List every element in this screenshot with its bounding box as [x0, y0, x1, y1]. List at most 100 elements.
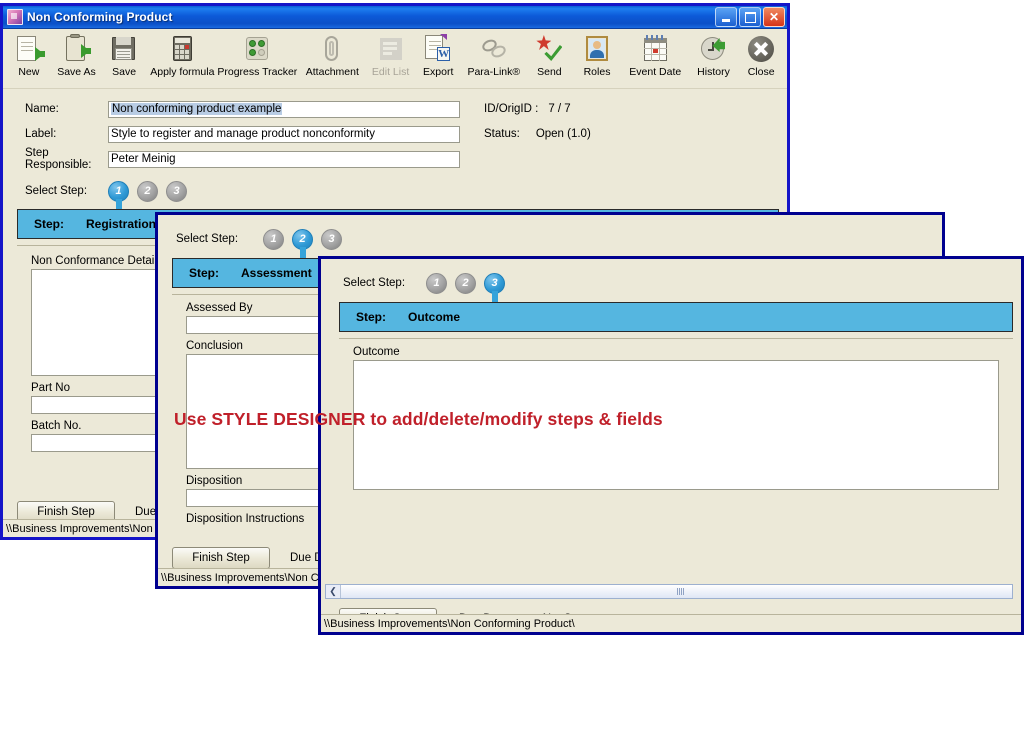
- toolbar-button-save[interactable]: Save: [100, 32, 148, 78]
- toolbar-label: Apply formula: [150, 66, 215, 78]
- label-input[interactable]: Style to register and manage product non…: [108, 125, 460, 143]
- step-prefix: Step:: [356, 310, 386, 324]
- send-check-icon: [534, 34, 564, 64]
- toolbar-label: Edit List: [371, 66, 410, 78]
- toolbar-button-para-link[interactable]: Para-Link®: [462, 32, 526, 78]
- window2-step-dots[interactable]: 1 2 3: [263, 228, 342, 259]
- toolbar-label: Roles: [583, 66, 611, 78]
- window3-form: Select Step: 1 2 3 Step: Outcome Outcome…: [321, 259, 1021, 630]
- edit-list-icon: [376, 34, 406, 64]
- step-name: Assessment: [241, 266, 312, 280]
- step-dot-1[interactable]: 1: [426, 272, 447, 294]
- step-dot-2[interactable]: 2: [137, 180, 158, 202]
- toolbar-button-history[interactable]: History: [690, 32, 738, 78]
- maximize-button[interactable]: [739, 7, 761, 27]
- new-document-icon: [14, 34, 45, 64]
- name-value: Non conforming product example: [111, 103, 283, 115]
- toolbar-button-roles[interactable]: Roles: [573, 32, 621, 78]
- minimize-button[interactable]: [715, 7, 737, 27]
- step-prefix: Step:: [189, 266, 219, 280]
- field-row-name: Name: Non conforming product example ID/…: [3, 98, 787, 120]
- toolbar-label: Save: [112, 66, 137, 78]
- window3-panel: Outcome: [339, 338, 1013, 584]
- name-input[interactable]: Non conforming product example: [108, 100, 460, 118]
- step-responsible-value: Peter Meinig: [111, 153, 176, 165]
- toolbar-label: Send: [537, 66, 562, 78]
- finish-step-button[interactable]: Finish Step: [172, 547, 270, 569]
- step-name: Outcome: [408, 310, 461, 324]
- toolbar-button-close[interactable]: Close: [737, 32, 785, 78]
- window1-status-text: \\Business Improvements\Non C: [6, 522, 164, 535]
- outcome-label: Outcome: [353, 346, 400, 358]
- step-dot-label: 2: [299, 233, 306, 245]
- field-row-label: Label: Style to register and manage prod…: [3, 123, 787, 145]
- horizontal-scrollbar[interactable]: ❮: [325, 584, 1013, 599]
- label-value: Style to register and manage product non…: [111, 128, 376, 140]
- step-dot-label: 3: [491, 277, 498, 289]
- toolbar-button-save-as[interactable]: Save As: [53, 32, 101, 78]
- step-dot-1[interactable]: 1: [108, 180, 129, 211]
- select-step-label: Select Step:: [343, 277, 406, 289]
- select-step-label: Select Step:: [176, 233, 239, 245]
- toolbar-label: Attachment: [305, 66, 359, 78]
- step-dot-3[interactable]: 3: [484, 272, 505, 303]
- toolbar-button-event-date[interactable]: Event Date: [621, 32, 690, 78]
- label-label: Label:: [25, 128, 57, 140]
- toolbar-button-send[interactable]: Send: [526, 32, 574, 78]
- window3-statusbar: \\Business Improvements\Non Conforming P…: [321, 614, 1021, 632]
- toolbar-button-attachment[interactable]: Attachment: [298, 32, 367, 78]
- toolbar-button-edit-list[interactable]: Edit List: [367, 32, 415, 78]
- toolbar-button-apply-formula[interactable]: Apply formula: [148, 32, 217, 78]
- id-origid-label: ID/OrigID :: [484, 103, 539, 115]
- step-dot-2[interactable]: 2: [292, 228, 313, 259]
- step-dot-1[interactable]: 1: [263, 228, 284, 250]
- toolbar-label: History: [697, 66, 730, 78]
- window3-step-dots[interactable]: 1 2 3: [426, 272, 505, 303]
- step-dot-label: 3: [173, 185, 180, 197]
- main-toolbar[interactable]: New Save As Save Apply formula Progress …: [3, 29, 787, 89]
- toolbar-label: Save As: [57, 66, 96, 78]
- close-icon: ✕: [768, 10, 780, 24]
- window1-step-dots[interactable]: 1 2 3: [108, 180, 187, 211]
- toolbar-button-export[interactable]: W Export: [414, 32, 462, 78]
- step-dot-label: 1: [433, 277, 440, 289]
- name-label: Name:: [25, 103, 59, 115]
- window2-select-step-row: Select Step: 1 2 3: [158, 227, 942, 259]
- toolbar-label: New: [18, 66, 40, 78]
- para-link-chain-icon: [479, 34, 509, 64]
- select-step-label: Select Step:: [25, 185, 88, 197]
- window3-step-bar[interactable]: Step: Outcome: [339, 302, 1013, 332]
- toolbar-label: Event Date: [629, 66, 682, 78]
- window1-titlebar[interactable]: Non Conforming Product ✕: [3, 6, 787, 29]
- export-word-icon: W: [423, 34, 453, 64]
- minimize-icon: [722, 18, 730, 22]
- chevron-left-icon[interactable]: ❮: [326, 585, 341, 598]
- screenshot-root: Non Conforming Product ✕ New Save As Sav…: [0, 0, 1024, 744]
- roles-person-icon: [582, 34, 612, 64]
- step-name: Registration: [86, 217, 157, 231]
- step-dot-label: 2: [462, 277, 469, 289]
- calendar-icon: [640, 34, 670, 64]
- step-dot-3[interactable]: 3: [166, 180, 187, 202]
- app-icon: [7, 9, 23, 25]
- window-outcome-step[interactable]: Select Step: 1 2 3 Step: Outcome Outcome…: [318, 256, 1024, 635]
- floppy-save-icon: [109, 34, 139, 64]
- window1-caption-buttons[interactable]: ✕: [715, 7, 785, 27]
- step-dot-label: 2: [144, 185, 151, 197]
- progress-tracker-icon: [242, 34, 272, 64]
- toolbar-button-progress-tracker[interactable]: Progress Tracker: [217, 32, 298, 78]
- step-dot-3[interactable]: 3: [321, 228, 342, 250]
- window3-select-step-row: Select Step: 1 2 3: [321, 271, 1021, 303]
- close-button[interactable]: ✕: [763, 7, 785, 27]
- annotation-style-designer: Use STYLE DESIGNER to add/delete/modify …: [174, 409, 663, 429]
- step-responsible-input[interactable]: Peter Meinig: [108, 150, 460, 168]
- scrollbar-track[interactable]: [341, 585, 1012, 598]
- step-dot-2[interactable]: 2: [455, 272, 476, 294]
- id-origid-value: 7 / 7: [548, 103, 571, 115]
- window2-status-text: \\Business Improvements\Non Cor: [161, 571, 329, 584]
- status-value: Open (1.0): [535, 128, 591, 140]
- status-label: Status:: [484, 128, 520, 140]
- toolbar-button-new[interactable]: New: [5, 32, 53, 78]
- window3-status-text: \\Business Improvements\Non Conforming P…: [324, 617, 575, 630]
- scrollbar-thumb-grip[interactable]: [676, 588, 685, 595]
